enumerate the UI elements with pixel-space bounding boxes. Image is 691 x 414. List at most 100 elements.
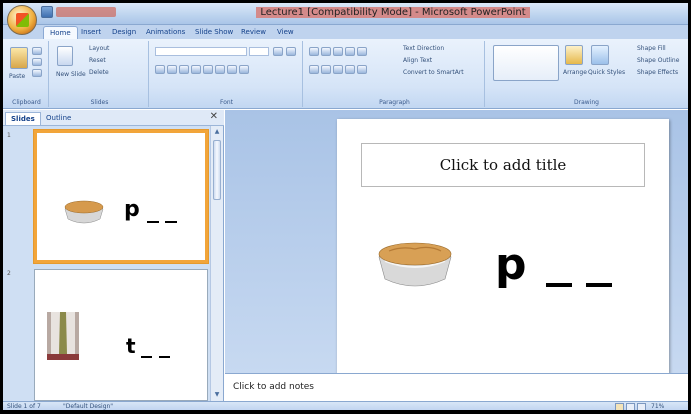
slide-editor: Click to add title p bbox=[225, 110, 688, 374]
slide-sorter-icon[interactable] bbox=[626, 403, 635, 410]
window-title: Lecture1 [Compatibility Mode] - Microsof… bbox=[183, 7, 603, 18]
ribbon: Paste Clipboard New Slide Layout Reset D… bbox=[3, 39, 688, 109]
grow-font-icon[interactable] bbox=[273, 47, 283, 56]
notes-pane[interactable]: Click to add notes bbox=[225, 373, 688, 401]
font-name-box[interactable] bbox=[155, 47, 247, 56]
tab-animations[interactable]: Animations bbox=[140, 26, 191, 39]
columns-icon[interactable] bbox=[357, 65, 367, 74]
align-center-icon[interactable] bbox=[321, 65, 331, 74]
slide-thumbnail-1[interactable]: p bbox=[34, 130, 208, 263]
slides-pane-scrollbar[interactable]: ▲ ▼ bbox=[210, 126, 223, 401]
arrange-icon[interactable] bbox=[565, 45, 583, 65]
paste-icon[interactable] bbox=[10, 47, 28, 69]
cut-icon[interactable] bbox=[32, 47, 42, 55]
font-size-box[interactable] bbox=[249, 47, 269, 56]
pane-tabs: Slides Outline ✕ bbox=[3, 110, 224, 126]
align-left-icon[interactable] bbox=[309, 65, 319, 74]
save-icon[interactable] bbox=[41, 6, 53, 18]
font-group-label: Font bbox=[219, 99, 234, 106]
tab-insert[interactable]: Insert bbox=[75, 26, 107, 39]
delete-button[interactable]: Delete bbox=[89, 69, 109, 76]
copy-icon[interactable] bbox=[32, 58, 42, 66]
slides-group: New Slide Layout Reset Delete Slides bbox=[51, 41, 149, 107]
text-direction-button[interactable]: Text Direction bbox=[403, 45, 444, 52]
format-painter-icon[interactable] bbox=[32, 69, 42, 77]
powerpoint-window: Lecture1 [Compatibility Mode] - Microsof… bbox=[0, 0, 691, 414]
justify-icon[interactable] bbox=[345, 65, 355, 74]
change-case-icon[interactable] bbox=[227, 65, 237, 74]
numbering-icon[interactable] bbox=[321, 47, 331, 56]
slide-1-blank-1 bbox=[147, 221, 159, 223]
title-placeholder[interactable]: Click to add title bbox=[361, 143, 645, 187]
slide-thumbnail-2[interactable]: t bbox=[34, 269, 208, 401]
slide-letter: p bbox=[495, 239, 527, 290]
new-slide-label[interactable]: New Slide bbox=[56, 71, 86, 78]
tab-slide-show[interactable]: Slide Show bbox=[189, 26, 239, 39]
quick-styles-icon[interactable] bbox=[591, 45, 609, 65]
convert-smartart-button[interactable]: Convert to SmartArt bbox=[403, 69, 464, 76]
line-spacing-icon[interactable] bbox=[357, 47, 367, 56]
tab-view[interactable]: View bbox=[271, 26, 300, 39]
shape-fill-button[interactable]: Shape Fill bbox=[637, 45, 666, 52]
font-color-icon[interactable] bbox=[239, 65, 249, 74]
quick-access-undo-redo[interactable] bbox=[56, 7, 116, 17]
tab-outline[interactable]: Outline bbox=[41, 112, 76, 125]
shadow-icon[interactable] bbox=[203, 65, 213, 74]
tab-slides[interactable]: Slides bbox=[5, 112, 41, 125]
office-button[interactable] bbox=[7, 5, 37, 35]
tab-review[interactable]: Review bbox=[235, 26, 272, 39]
align-text-button[interactable]: Align Text bbox=[403, 57, 432, 64]
scroll-down-icon[interactable]: ▼ bbox=[213, 391, 221, 399]
slide-blank-1 bbox=[546, 283, 572, 287]
slide-count: Slide 1 of 7 bbox=[7, 403, 41, 410]
paragraph-group-label: Paragraph bbox=[379, 99, 410, 106]
slide-number-1: 1 bbox=[7, 132, 11, 139]
drawing-group-label: Drawing bbox=[574, 99, 599, 106]
paste-label[interactable]: Paste bbox=[9, 73, 25, 80]
quick-access-toolbar bbox=[41, 6, 116, 18]
scroll-thumb[interactable] bbox=[213, 140, 221, 200]
notes-placeholder[interactable]: Click to add notes bbox=[233, 382, 314, 392]
decrease-indent-icon[interactable] bbox=[333, 47, 343, 56]
clipboard-group-label: Clipboard bbox=[12, 99, 41, 106]
font-group: Font bbox=[151, 41, 303, 107]
slide-blank-2 bbox=[586, 283, 612, 287]
slide-2-blank-2 bbox=[159, 356, 170, 358]
shape-outline-button[interactable]: Shape Outline bbox=[637, 57, 679, 64]
underline-icon[interactable] bbox=[179, 65, 189, 74]
slides-pane: Slides Outline ✕ 1 p 2 t ▲ ▼ bbox=[3, 110, 224, 401]
layout-button[interactable]: Layout bbox=[89, 45, 109, 52]
tab-design[interactable]: Design bbox=[106, 26, 142, 39]
strikethrough-icon[interactable] bbox=[191, 65, 201, 74]
normal-view-icon[interactable] bbox=[615, 403, 624, 410]
close-pane-icon[interactable]: ✕ bbox=[210, 111, 218, 122]
tab-home[interactable]: Home bbox=[43, 26, 78, 39]
increase-indent-icon[interactable] bbox=[345, 47, 355, 56]
slide-2-blank-1 bbox=[141, 356, 152, 358]
italic-icon[interactable] bbox=[167, 65, 177, 74]
spacing-icon[interactable] bbox=[215, 65, 225, 74]
slides-group-label: Slides bbox=[90, 99, 109, 106]
quick-styles-button[interactable]: Quick Styles bbox=[588, 69, 625, 76]
reset-button[interactable]: Reset bbox=[89, 57, 106, 64]
office-logo-icon bbox=[16, 13, 29, 27]
drawing-group: Arrange Quick Styles Shape Fill Shape Ou… bbox=[487, 41, 686, 107]
current-slide[interactable]: Click to add title p bbox=[337, 119, 669, 374]
slide-show-icon[interactable] bbox=[637, 403, 646, 410]
slide-number-2: 2 bbox=[7, 270, 11, 277]
align-right-icon[interactable] bbox=[333, 65, 343, 74]
shrink-font-icon[interactable] bbox=[286, 47, 296, 56]
shapes-gallery[interactable] bbox=[493, 45, 559, 81]
slide-1-letter: p bbox=[124, 197, 140, 222]
bullets-icon[interactable] bbox=[309, 47, 319, 56]
arrange-button[interactable]: Arrange bbox=[563, 69, 587, 76]
scroll-up-icon[interactable]: ▲ bbox=[213, 128, 221, 136]
bold-icon[interactable] bbox=[155, 65, 165, 74]
slide-2-letter: t bbox=[126, 334, 136, 358]
status-bar: Slide 1 of 7 "Default Design" 71% bbox=[3, 401, 688, 410]
shape-effects-button[interactable]: Shape Effects bbox=[637, 69, 678, 76]
shirt-tie-image bbox=[47, 312, 79, 360]
zoom-level[interactable]: 71% bbox=[651, 403, 664, 410]
new-slide-icon[interactable] bbox=[57, 46, 73, 66]
title-bar: Lecture1 [Compatibility Mode] - Microsof… bbox=[3, 3, 688, 25]
